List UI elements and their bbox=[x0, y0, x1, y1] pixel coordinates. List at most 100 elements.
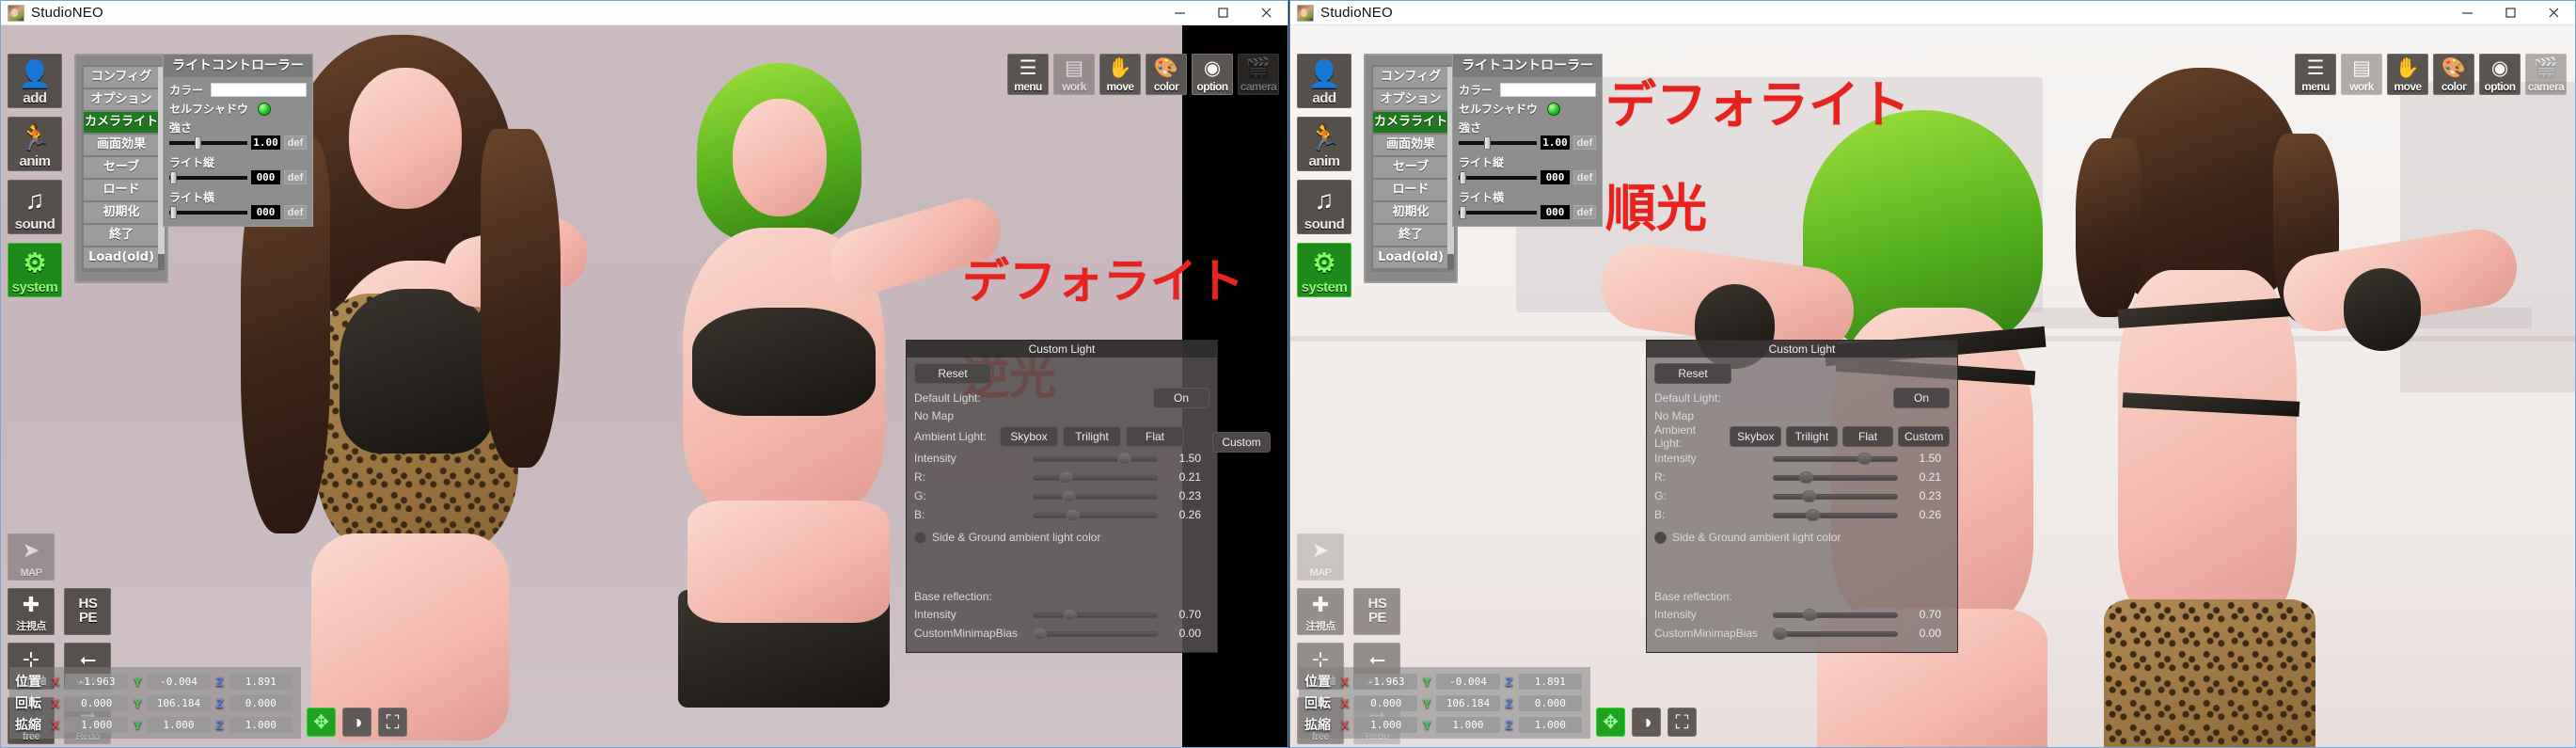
light-horizontal-slider[interactable] bbox=[169, 205, 247, 219]
ambient-g-slider-right[interactable] bbox=[1773, 489, 1898, 502]
position-z-value[interactable]: 1.891 bbox=[229, 673, 292, 690]
minimap-bias-slider[interactable] bbox=[1033, 627, 1158, 640]
menu-item-init[interactable]: 初期化 bbox=[84, 202, 159, 223]
menu-item-save[interactable]: セーブ bbox=[84, 157, 159, 178]
light-horizontal-slider-right[interactable] bbox=[1459, 205, 1537, 219]
studioneo-window-left[interactable]: StudioNEO 👤 add 🏃 anim ♫ sound ⚙ system … bbox=[0, 0, 1288, 748]
maximize-button[interactable] bbox=[1201, 1, 1244, 24]
menu-item-save-right[interactable]: セーブ bbox=[1373, 157, 1448, 178]
side-icon-column-right[interactable]: 👤 add 🏃 anim ♫ sound ⚙ system bbox=[1297, 54, 1351, 306]
minimap-bias-slider-right[interactable] bbox=[1773, 627, 1898, 640]
custom-light-dialog-right[interactable]: Custom Light Reset Default Light: On No … bbox=[1646, 340, 1958, 653]
ambient-b-slider-right[interactable] bbox=[1773, 508, 1898, 521]
rotation-x-value-right[interactable]: 0.000 bbox=[1354, 694, 1418, 711]
toolbar-option-button-right[interactable]: ◉ option bbox=[2479, 54, 2521, 95]
rotation-z-value-right[interactable]: 0.000 bbox=[1518, 694, 1582, 711]
toolbar-camera-button[interactable]: 🎬 camera bbox=[1238, 54, 1279, 95]
menu-item-exit[interactable]: 終了 bbox=[84, 225, 159, 246]
menu-item-loadold[interactable]: Load(old) bbox=[84, 247, 159, 268]
ambient-intensity-slider-right[interactable] bbox=[1773, 452, 1898, 465]
hspe-icon-right[interactable]: HS PE bbox=[1353, 588, 1401, 635]
menu-item-exit-right[interactable]: 終了 bbox=[1373, 225, 1448, 246]
light-strength-slider-right[interactable] bbox=[1459, 135, 1537, 150]
rotation-y-value-right[interactable]: 106.184 bbox=[1436, 694, 1500, 711]
toolbar-color-button[interactable]: 🎨 color bbox=[1146, 54, 1187, 95]
maximize-button-right[interactable] bbox=[2489, 1, 2532, 24]
toolbar-move-button-right[interactable]: ✋ move bbox=[2387, 54, 2428, 95]
scale-z-value[interactable]: 1.000 bbox=[229, 716, 292, 733]
scale-gizmo-button-right[interactable]: ⛶ bbox=[1667, 708, 1697, 737]
self-shadow-toggle-right[interactable] bbox=[1547, 102, 1561, 116]
side-icon-sound-right[interactable]: ♫ sound bbox=[1297, 180, 1351, 234]
side-icon-anim-right[interactable]: 🏃 anim bbox=[1297, 117, 1351, 171]
menu-item-config[interactable]: コンフィグ bbox=[84, 67, 159, 88]
menu-item-screeneffect-right[interactable]: 画面効果 bbox=[1373, 135, 1448, 155]
ambient-mode-flat[interactable]: Flat bbox=[1126, 425, 1184, 447]
light-vertical-slider[interactable] bbox=[169, 170, 247, 184]
scale-x-value-right[interactable]: 1.000 bbox=[1354, 716, 1418, 733]
scale-x-value[interactable]: 1.000 bbox=[65, 716, 129, 733]
focus-point-icon[interactable]: ✚ 注視点 bbox=[8, 588, 55, 635]
scale-y-value-right[interactable]: 1.000 bbox=[1436, 716, 1500, 733]
rotation-z-value[interactable]: 0.000 bbox=[229, 694, 292, 711]
menu-item-load-right[interactable]: ロード bbox=[1373, 180, 1448, 200]
side-ground-checkbox[interactable] bbox=[914, 531, 926, 544]
default-light-toggle[interactable]: On bbox=[1153, 387, 1209, 408]
system-menu-panel-left[interactable]: コンフィグ オプション カメラライト 画面効果 セーブ ロード 初期化 終了 L… bbox=[74, 54, 168, 283]
menu-item-cameralight-right[interactable]: カメラライト bbox=[1373, 112, 1448, 133]
ambient-g-slider[interactable] bbox=[1033, 489, 1158, 502]
menu-item-option[interactable]: オプション bbox=[84, 89, 159, 110]
light-controller-panel-right[interactable]: ライトコントローラー カラー セルフシャドウ 強さ 1.00 def ライト縦 bbox=[1452, 54, 1603, 227]
ambient-mode-skybox-right[interactable]: Skybox bbox=[1730, 425, 1782, 447]
ambient-mode-trilight-right[interactable]: Trilight bbox=[1786, 425, 1838, 447]
scale-z-value-right[interactable]: 1.000 bbox=[1518, 716, 1582, 733]
side-ground-checkbox-right[interactable] bbox=[1654, 531, 1667, 544]
gizmo-row-right[interactable]: ✥ ◑ ⛶ bbox=[1596, 708, 1697, 737]
light-vertical-slider-right[interactable] bbox=[1459, 170, 1537, 184]
menu-item-screeneffect[interactable]: 画面効果 bbox=[84, 135, 159, 155]
light-strength-slider[interactable] bbox=[169, 135, 247, 150]
toolbar-camera-button-right[interactable]: 🎬 camera bbox=[2525, 54, 2567, 95]
scale-y-value[interactable]: 1.000 bbox=[147, 716, 211, 733]
translate-gizmo-button-right[interactable]: ✥ bbox=[1596, 708, 1625, 737]
base-intensity-slider[interactable] bbox=[1033, 608, 1158, 621]
side-icon-system-right[interactable]: ⚙ system bbox=[1297, 243, 1351, 297]
map-icon[interactable]: ➤ MAP bbox=[8, 533, 55, 581]
gizmo-row-left[interactable]: ✥ ◑ ⛶ bbox=[307, 708, 407, 737]
side-icon-add-right[interactable]: 👤 add bbox=[1297, 54, 1351, 108]
side-icon-anim[interactable]: 🏃 anim bbox=[8, 117, 62, 171]
close-button[interactable] bbox=[1244, 1, 1288, 24]
ambient-mode-flat-right[interactable]: Flat bbox=[1841, 425, 1894, 447]
position-y-value-right[interactable]: -0.004 bbox=[1436, 673, 1500, 690]
base-intensity-slider-right[interactable] bbox=[1773, 608, 1898, 621]
toolbar-work-button-right[interactable]: ▤ work bbox=[2341, 54, 2382, 95]
ambient-mode-custom[interactable]: Custom bbox=[1212, 432, 1271, 453]
toolbar-menu-button-right[interactable]: ☰ menu bbox=[2295, 54, 2336, 95]
rotation-x-value[interactable]: 0.000 bbox=[65, 694, 129, 711]
side-icon-add[interactable]: 👤 add bbox=[8, 54, 62, 108]
position-x-value[interactable]: -1.963 bbox=[65, 673, 129, 690]
neo-toolbar-left[interactable]: ☰ menu ▤ work ✋ move 🎨 color ◉ option 🎬 bbox=[1007, 54, 1279, 95]
ambient-r-slider-right[interactable] bbox=[1773, 470, 1898, 484]
close-button-right[interactable] bbox=[2532, 1, 2575, 24]
menu-item-cameralight[interactable]: カメラライト bbox=[84, 112, 159, 133]
custom-light-reset-button-right[interactable]: Reset bbox=[1654, 363, 1731, 384]
system-menu-panel-right[interactable]: コンフィグ オプション カメラライト 画面効果 セーブ ロード 初期化 終了 L… bbox=[1364, 54, 1458, 283]
menu-item-loadold-right[interactable]: Load(old) bbox=[1373, 247, 1448, 268]
light-strength-default-button[interactable]: def bbox=[284, 135, 307, 150]
menu-item-load[interactable]: ロード bbox=[84, 180, 159, 200]
default-light-toggle-right[interactable]: On bbox=[1893, 387, 1950, 408]
hspe-icon[interactable]: HS PE bbox=[64, 588, 112, 635]
scale-gizmo-button[interactable]: ⛶ bbox=[378, 708, 407, 737]
ambient-b-slider[interactable] bbox=[1033, 508, 1158, 521]
rotate-gizmo-button[interactable]: ◑ bbox=[342, 708, 371, 737]
menu-item-option-right[interactable]: オプション bbox=[1373, 89, 1448, 110]
toolbar-move-button[interactable]: ✋ move bbox=[1099, 54, 1141, 95]
side-icon-sound[interactable]: ♫ sound bbox=[8, 180, 62, 234]
neo-toolbar-right[interactable]: ☰ menu ▤ work ✋ move 🎨 color ◉ option 🎬 bbox=[2295, 54, 2567, 95]
position-y-value[interactable]: -0.004 bbox=[147, 673, 211, 690]
minimize-button-right[interactable] bbox=[2445, 1, 2489, 24]
transform-panel-right[interactable]: 位置 X -1.963 Y -0.004 Z 1.891 回転 X 0.000 … bbox=[1299, 667, 1590, 739]
toolbar-menu-button[interactable]: ☰ menu bbox=[1007, 54, 1049, 95]
ambient-intensity-slider[interactable] bbox=[1033, 452, 1158, 465]
